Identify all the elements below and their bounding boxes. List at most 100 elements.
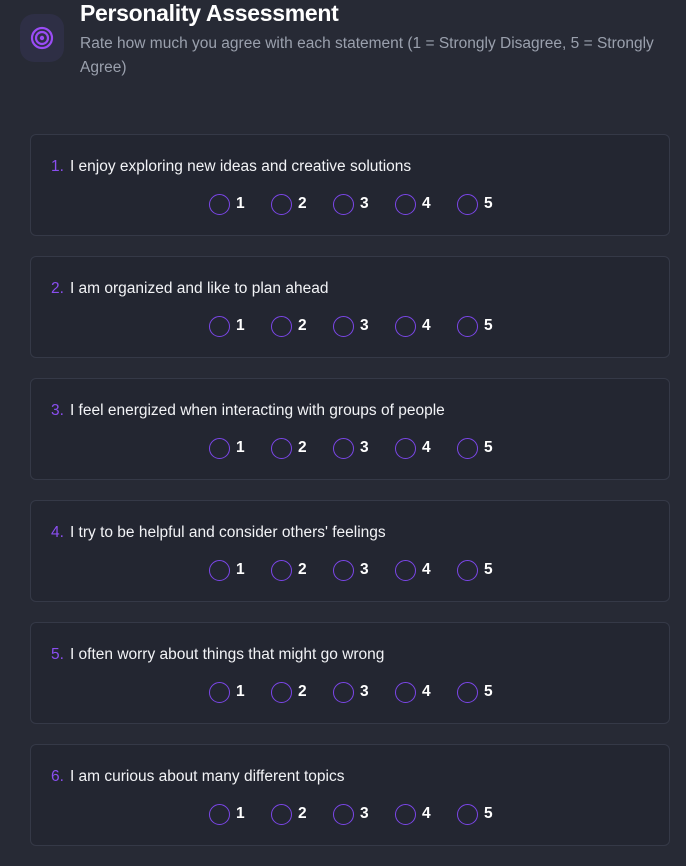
question-statement: I feel energized when interacting with g… <box>69 402 445 419</box>
rating-option-label: 1 <box>236 317 245 334</box>
rating-option-5[interactable]: 5 <box>457 803 519 825</box>
radio-button[interactable] <box>271 315 292 337</box>
rating-option-5[interactable]: 5 <box>457 681 519 703</box>
question-text: 1. I enjoy exploring new ideas and creati… <box>51 158 411 176</box>
rating-option-3[interactable]: 3 <box>333 681 395 703</box>
rating-option-5[interactable]: 5 <box>457 559 519 581</box>
radio-button[interactable] <box>271 437 292 459</box>
rating-option-label: 1 <box>236 683 245 700</box>
question-number: 3. <box>51 402 64 419</box>
question-number: 6. <box>51 768 64 785</box>
rating-option-label: 3 <box>360 439 369 456</box>
radio-button[interactable] <box>209 681 230 703</box>
rating-option-1[interactable]: 1 <box>209 437 271 459</box>
rating-scale: 1 2 3 4 5 <box>209 193 519 215</box>
rating-option-label: 5 <box>484 195 493 212</box>
target-icon <box>20 14 64 62</box>
question-number: 5. <box>51 646 64 663</box>
rating-option-4[interactable]: 4 <box>395 803 457 825</box>
radio-button[interactable] <box>457 437 478 459</box>
rating-option-3[interactable]: 3 <box>333 803 395 825</box>
rating-option-4[interactable]: 4 <box>395 681 457 703</box>
question-number: 2. <box>51 280 64 297</box>
question-number: 4. <box>51 524 64 541</box>
rating-option-4[interactable]: 4 <box>395 559 457 581</box>
radio-button[interactable] <box>271 193 292 215</box>
rating-option-label: 2 <box>298 439 307 456</box>
rating-option-label: 4 <box>422 317 431 334</box>
radio-button[interactable] <box>457 803 478 825</box>
rating-option-label: 4 <box>422 805 431 822</box>
rating-option-1[interactable]: 1 <box>209 681 271 703</box>
rating-option-1[interactable]: 1 <box>209 803 271 825</box>
rating-option-1[interactable]: 1 <box>209 193 271 215</box>
radio-button[interactable] <box>209 315 230 337</box>
rating-option-1[interactable]: 1 <box>209 559 271 581</box>
rating-option-5[interactable]: 5 <box>457 193 519 215</box>
question-text: 5. I often worry about things that might … <box>51 646 384 664</box>
rating-option-label: 3 <box>360 317 369 334</box>
rating-option-label: 3 <box>360 683 369 700</box>
radio-button[interactable] <box>271 681 292 703</box>
rating-option-2[interactable]: 2 <box>271 559 333 581</box>
radio-button[interactable] <box>333 193 354 215</box>
radio-button[interactable] <box>395 193 416 215</box>
rating-option-2[interactable]: 2 <box>271 193 333 215</box>
radio-button[interactable] <box>333 315 354 337</box>
rating-option-2[interactable]: 2 <box>271 803 333 825</box>
rating-option-3[interactable]: 3 <box>333 193 395 215</box>
radio-button[interactable] <box>333 803 354 825</box>
radio-button[interactable] <box>271 559 292 581</box>
rating-option-5[interactable]: 5 <box>457 315 519 337</box>
rating-option-4[interactable]: 4 <box>395 315 457 337</box>
rating-option-4[interactable]: 4 <box>395 193 457 215</box>
rating-option-4[interactable]: 4 <box>395 437 457 459</box>
rating-option-label: 1 <box>236 805 245 822</box>
page-title: Personality Assessment <box>80 0 339 26</box>
page-subtitle: Rate how much you agree with each statem… <box>80 35 654 76</box>
radio-button[interactable] <box>457 681 478 703</box>
radio-button[interactable] <box>209 193 230 215</box>
radio-button[interactable] <box>209 437 230 459</box>
rating-option-label: 2 <box>298 683 307 700</box>
question-card: 4. I try to be helpful and consider other… <box>30 500 670 602</box>
radio-button[interactable] <box>333 681 354 703</box>
rating-option-label: 1 <box>236 561 245 578</box>
question-card: 1. I enjoy exploring new ideas and creati… <box>30 134 670 236</box>
radio-button[interactable] <box>333 437 354 459</box>
rating-option-label: 4 <box>422 683 431 700</box>
rating-option-5[interactable]: 5 <box>457 437 519 459</box>
radio-button[interactable] <box>457 559 478 581</box>
rating-option-3[interactable]: 3 <box>333 559 395 581</box>
radio-button[interactable] <box>333 559 354 581</box>
radio-button[interactable] <box>395 681 416 703</box>
rating-option-label: 5 <box>484 317 493 334</box>
rating-option-1[interactable]: 1 <box>209 315 271 337</box>
rating-option-label: 5 <box>484 683 493 700</box>
radio-button[interactable] <box>457 193 478 215</box>
rating-option-label: 2 <box>298 561 307 578</box>
question-text: 6. I am curious about many different topi… <box>51 768 345 786</box>
radio-button[interactable] <box>395 437 416 459</box>
radio-button[interactable] <box>457 315 478 337</box>
rating-option-2[interactable]: 2 <box>271 315 333 337</box>
rating-scale: 1 2 3 4 5 <box>209 803 519 825</box>
rating-option-label: 5 <box>484 561 493 578</box>
radio-button[interactable] <box>395 803 416 825</box>
rating-option-2[interactable]: 2 <box>271 437 333 459</box>
radio-button[interactable] <box>395 315 416 337</box>
rating-option-2[interactable]: 2 <box>271 681 333 703</box>
question-statement: I am curious about many different topics <box>69 768 345 785</box>
radio-button[interactable] <box>209 803 230 825</box>
rating-option-label: 3 <box>360 805 369 822</box>
rating-option-label: 1 <box>236 439 245 456</box>
rating-option-3[interactable]: 3 <box>333 437 395 459</box>
question-card: 2. I am organized and like to plan ahead 1… <box>30 256 670 358</box>
rating-scale: 1 2 3 4 5 <box>209 681 519 703</box>
rating-option-3[interactable]: 3 <box>333 315 395 337</box>
radio-button[interactable] <box>395 559 416 581</box>
rating-option-label: 4 <box>422 195 431 212</box>
radio-button[interactable] <box>271 803 292 825</box>
rating-option-label: 5 <box>484 439 493 456</box>
radio-button[interactable] <box>209 559 230 581</box>
